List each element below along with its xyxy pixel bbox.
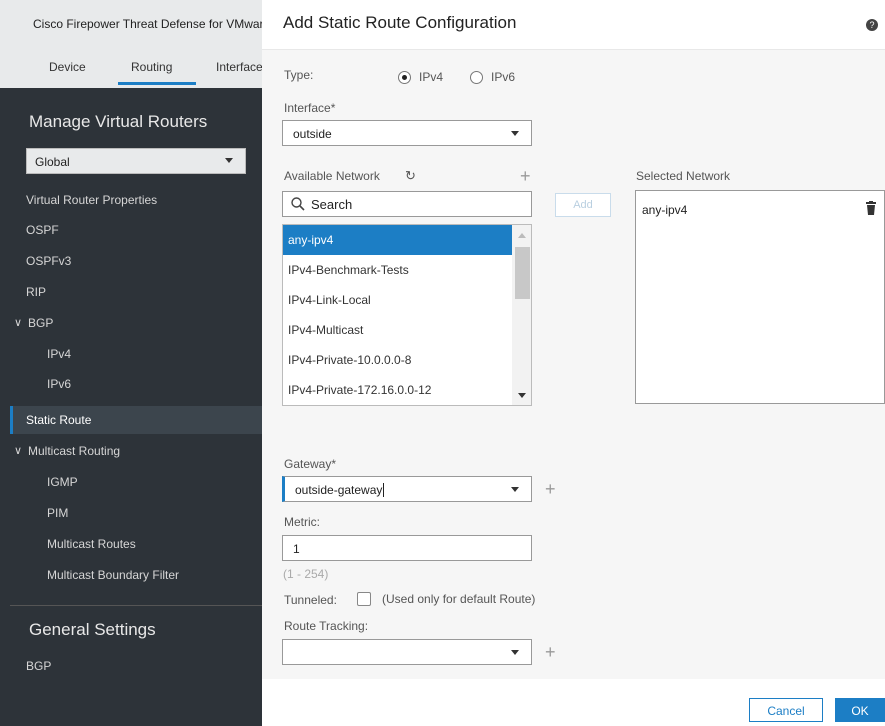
tab-interfaces[interactable]: Interfaces bbox=[216, 60, 262, 74]
nav-multicast-boundary-filter[interactable]: Multicast Boundary Filter bbox=[47, 568, 179, 582]
selected-network-box: any-ipv4 bbox=[635, 190, 885, 404]
virtual-router-select[interactable]: Global bbox=[26, 148, 246, 174]
list-item[interactable]: IPv4-Private-172.16.0.0-12 bbox=[283, 375, 512, 405]
radio-selected-dot bbox=[402, 75, 407, 80]
virtual-router-value: Global bbox=[35, 155, 70, 169]
active-tab-indicator bbox=[118, 82, 196, 85]
trash-icon[interactable] bbox=[865, 201, 877, 215]
type-ipv6-radio[interactable] bbox=[470, 71, 483, 84]
nav-ospf[interactable]: OSPF bbox=[26, 223, 59, 237]
add-gateway-plus-icon[interactable]: + bbox=[545, 480, 556, 498]
scroll-down-icon[interactable] bbox=[518, 393, 526, 398]
list-item[interactable]: IPv4-Benchmark-Tests bbox=[283, 255, 512, 285]
nav-virtual-router-properties[interactable]: Virtual Router Properties bbox=[26, 193, 157, 207]
type-ipv4-radio[interactable] bbox=[398, 71, 411, 84]
nav-ospfv3[interactable]: OSPFv3 bbox=[26, 254, 71, 268]
add-network-button[interactable]: Add bbox=[555, 193, 611, 217]
metric-hint: (1 - 254) bbox=[283, 567, 329, 581]
route-tracking-label: Route Tracking: bbox=[284, 619, 369, 633]
interface-value: outside bbox=[293, 127, 332, 141]
left-panel bbox=[0, 0, 262, 726]
tab-device[interactable]: Device bbox=[49, 60, 86, 74]
manage-virtual-routers-heading: Manage Virtual Routers bbox=[29, 112, 208, 131]
sidebar-divider bbox=[10, 605, 262, 606]
device-header bbox=[0, 0, 262, 88]
help-icon[interactable]: ? bbox=[866, 19, 878, 31]
general-settings-heading: General Settings bbox=[29, 620, 156, 639]
chevron-down-icon bbox=[225, 158, 233, 163]
nav-rip[interactable]: RIP bbox=[26, 285, 46, 299]
network-search-field[interactable]: Search bbox=[282, 191, 532, 217]
chevron-down-icon[interactable]: ∨ bbox=[14, 316, 22, 329]
list-item[interactable]: any-ipv4 bbox=[283, 225, 512, 255]
type-ipv6-label: IPv6 bbox=[491, 70, 516, 84]
nav-general-bgp[interactable]: BGP bbox=[26, 659, 51, 673]
tunneled-checkbox[interactable] bbox=[357, 592, 371, 606]
chevron-down-icon bbox=[511, 131, 519, 136]
nav-bgp-ipv6[interactable]: IPv6 bbox=[47, 377, 71, 391]
tunneled-note: (Used only for default Route) bbox=[382, 592, 536, 606]
nav-static-route[interactable]: Static Route bbox=[26, 413, 91, 427]
selected-network-item: any-ipv4 bbox=[642, 203, 688, 217]
dialog-title: Add Static Route Configuration bbox=[283, 13, 517, 32]
nav-multicast-routes[interactable]: Multicast Routes bbox=[47, 537, 136, 551]
interface-select[interactable]: outside bbox=[282, 120, 532, 146]
nav-bgp-ipv4[interactable]: IPv4 bbox=[47, 347, 71, 361]
gateway-label: Gateway* bbox=[284, 457, 337, 471]
add-route-tracking-plus-icon[interactable]: + bbox=[545, 643, 556, 661]
interface-label: Interface* bbox=[284, 101, 336, 115]
chevron-down-icon[interactable]: ∨ bbox=[14, 444, 22, 457]
type-ipv4-label: IPv4 bbox=[419, 70, 444, 84]
nav-multicast-routing[interactable]: Multicast Routing bbox=[28, 444, 120, 458]
metric-label: Metric: bbox=[284, 515, 320, 529]
search-placeholder: Search bbox=[311, 197, 353, 212]
scroll-up-icon[interactable] bbox=[518, 233, 526, 238]
scrollbar-thumb[interactable] bbox=[515, 247, 530, 299]
list-item[interactable]: IPv4-Multicast bbox=[283, 315, 512, 345]
gateway-value: outside-gateway bbox=[295, 483, 383, 497]
available-network-list[interactable]: any-ipv4 IPv4-Benchmark-Tests IPv4-Link-… bbox=[282, 224, 532, 406]
add-network-plus-icon[interactable]: + bbox=[520, 167, 531, 185]
tunneled-label: Tunneled: bbox=[284, 593, 337, 607]
chevron-down-icon bbox=[511, 487, 519, 492]
nav-bgp[interactable]: BGP bbox=[28, 316, 53, 330]
search-icon bbox=[291, 197, 305, 211]
list-item[interactable]: IPv4-Private-10.0.0.0-8 bbox=[283, 345, 512, 375]
selected-network-label: Selected Network bbox=[636, 169, 731, 183]
metric-value: 1 bbox=[293, 542, 300, 556]
chevron-down-icon bbox=[511, 650, 519, 655]
type-label: Type: bbox=[284, 68, 314, 82]
gateway-select[interactable]: outside-gateway bbox=[282, 476, 532, 502]
refresh-icon[interactable]: ↻ bbox=[405, 168, 416, 184]
available-network-label: Available Network bbox=[284, 169, 380, 183]
app-title: Cisco Firepower Threat Defense for VMwar… bbox=[33, 17, 262, 31]
route-tracking-select[interactable] bbox=[282, 639, 532, 665]
nav-igmp[interactable]: IGMP bbox=[47, 475, 78, 489]
text-cursor bbox=[383, 483, 385, 497]
list-item[interactable]: IPv4-Link-Local bbox=[283, 285, 512, 315]
tab-routing[interactable]: Routing bbox=[131, 60, 172, 74]
ok-button[interactable]: OK bbox=[835, 698, 885, 722]
metric-field[interactable]: 1 bbox=[282, 535, 532, 561]
nav-pim[interactable]: PIM bbox=[47, 506, 68, 520]
cancel-button[interactable]: Cancel bbox=[749, 698, 823, 722]
